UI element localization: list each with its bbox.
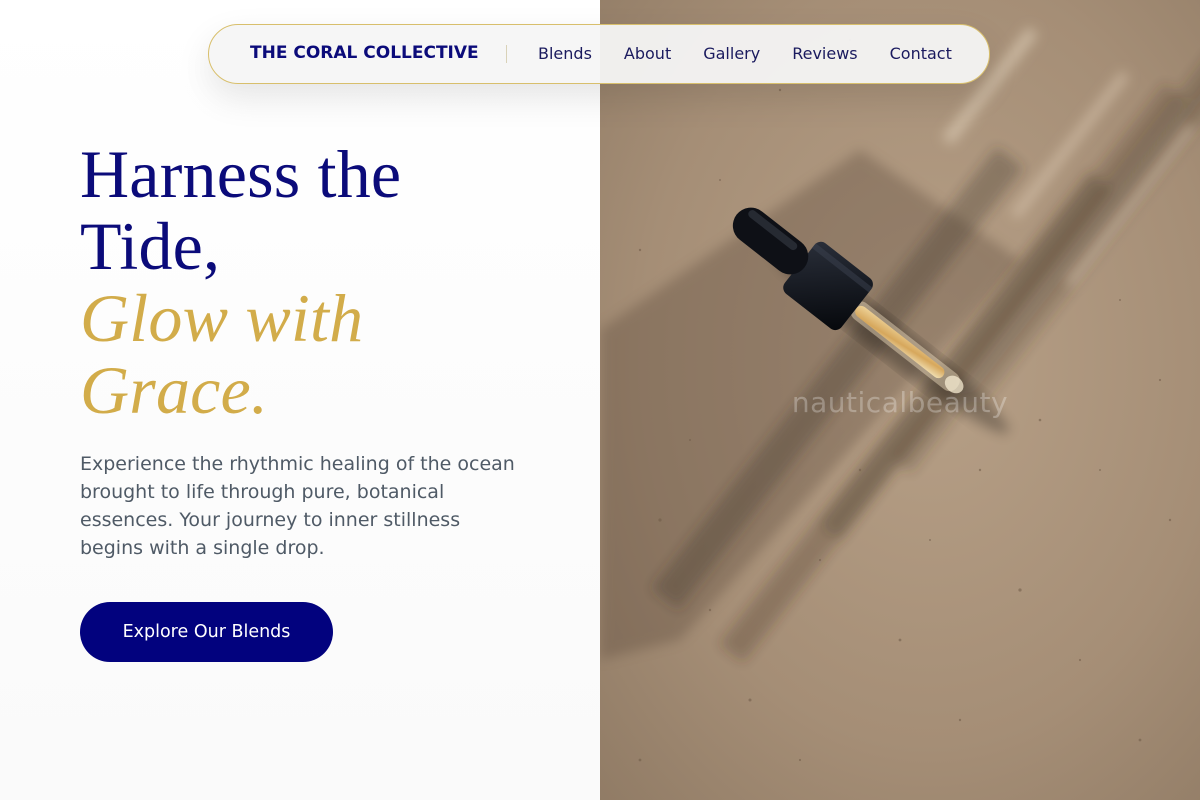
headline-line-4: Grace. [80,352,269,428]
landing-page: Harness the Tide, Glow with Grace. Exper… [0,0,1200,800]
hero-image-panel: nauticalbeauty [600,0,1200,800]
nav-link-blends[interactable]: Blends [538,44,592,63]
headline-line-1: Harness the [80,136,402,212]
explore-blends-button[interactable]: Explore Our Blends [80,602,333,662]
top-navigation: THE CORAL COLLECTIVE Blends About Galler… [208,24,990,84]
nav-links: Blends About Gallery Reviews Contact [538,25,952,82]
hero-headline: Harness the Tide, Glow with Grace. [80,138,550,426]
nav-link-gallery[interactable]: Gallery [703,44,760,63]
hero-section: Harness the Tide, Glow with Grace. Exper… [0,0,600,800]
dropper-bottle-photo [600,0,1200,800]
nav-divider [506,45,507,63]
nav-link-reviews[interactable]: Reviews [792,44,857,63]
nav-link-contact[interactable]: Contact [890,44,952,63]
headline-line-2: Tide, [80,208,221,284]
brand-logo[interactable]: THE CORAL COLLECTIVE [250,25,479,82]
headline-line-3: Glow with [80,280,364,356]
hero-intro-text: Experience the rhythmic healing of the o… [80,453,515,559]
nav-link-about[interactable]: About [624,44,671,63]
